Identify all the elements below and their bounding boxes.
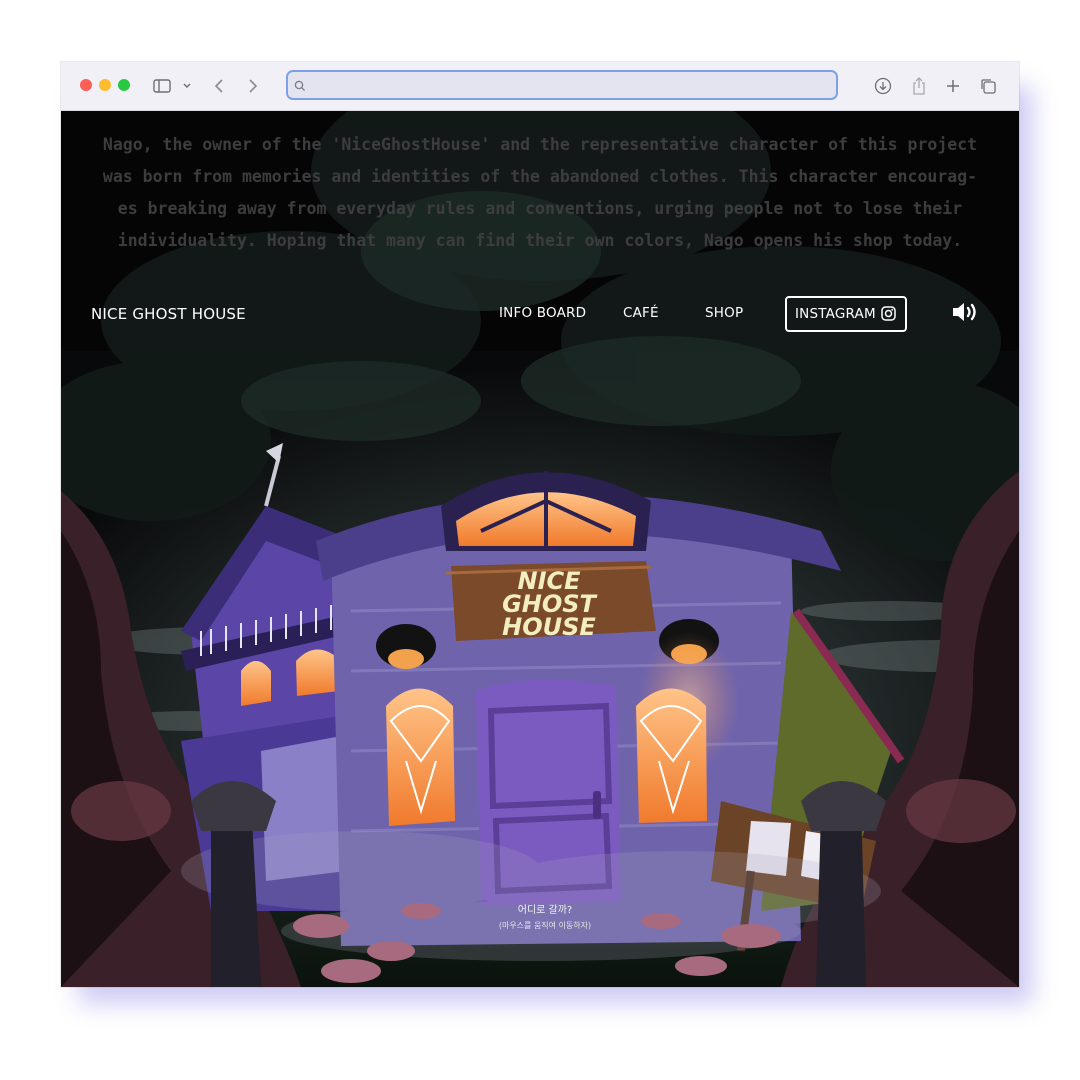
browser-window: NICE GHOST HOUSE Nago, the owner of the … bbox=[61, 62, 1019, 987]
minimize-window-button[interactable] bbox=[99, 79, 111, 91]
sound-icon[interactable] bbox=[951, 301, 981, 327]
intro-line: was born from memories and identities of… bbox=[102, 167, 978, 186]
forward-icon[interactable] bbox=[243, 74, 263, 98]
intro-line: individuality. Hoping that many can find… bbox=[117, 231, 963, 250]
new-tab-icon[interactable] bbox=[943, 74, 963, 98]
nav-cafe[interactable]: CAFÉ bbox=[623, 305, 659, 321]
hint-title: 어디로 갈까? bbox=[517, 905, 573, 916]
nav-shop[interactable]: SHOP bbox=[705, 305, 743, 321]
sign-line-3: HOUSE bbox=[502, 613, 596, 641]
intro-line: Nago, the owner of the 'NiceGhostHouse' … bbox=[102, 135, 978, 154]
search-icon bbox=[294, 77, 306, 96]
address-bar[interactable] bbox=[286, 70, 838, 100]
back-icon[interactable] bbox=[209, 74, 229, 98]
instagram-icon bbox=[881, 306, 896, 325]
brand-logo[interactable]: NICE GHOST HOUSE bbox=[91, 305, 246, 323]
zoom-window-button[interactable] bbox=[118, 79, 130, 91]
site-navigation: NICE GHOST HOUSE INFO BOARD CAFÉ SHOP IN… bbox=[61, 295, 1019, 335]
sidebar-icon[interactable] bbox=[151, 74, 173, 98]
share-icon[interactable] bbox=[909, 74, 929, 98]
page-content: NICE GHOST HOUSE Nago, the owner of the … bbox=[61, 111, 1019, 987]
instagram-button[interactable]: INSTAGRAM bbox=[785, 296, 907, 332]
nav-info-board[interactable]: INFO BOARD bbox=[499, 305, 586, 321]
instagram-label: INSTAGRAM bbox=[795, 306, 876, 322]
hint-subtitle: (마우스를 움직여 이동하자) bbox=[498, 921, 592, 930]
tabs-icon[interactable] bbox=[978, 74, 998, 98]
intro-line: es breaking away from everyday rules and… bbox=[117, 199, 963, 218]
navigation-hint: 어디로 갈까? (마우스를 움직여 이동하자) bbox=[445, 901, 645, 931]
close-window-button[interactable] bbox=[80, 79, 92, 91]
browser-toolbar bbox=[61, 62, 1019, 111]
download-icon[interactable] bbox=[873, 74, 893, 98]
intro-text: Nago, the owner of the 'NiceGhostHouse' … bbox=[75, 129, 1005, 257]
chevron-down-icon[interactable] bbox=[179, 74, 195, 98]
